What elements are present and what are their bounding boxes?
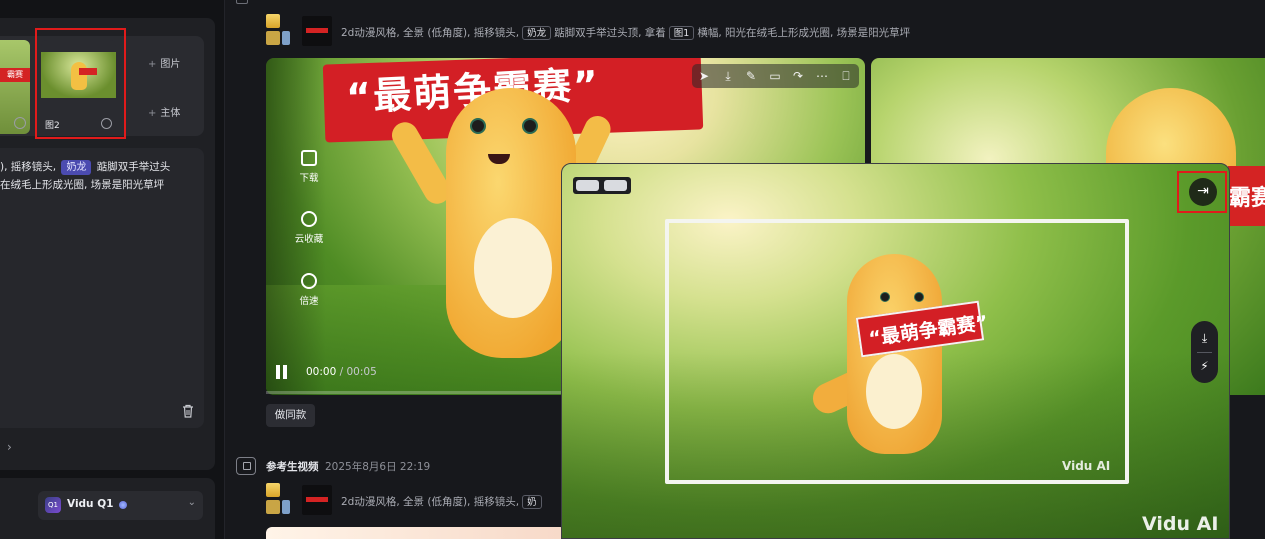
thumbnail-2-edit-icon[interactable] [101,118,112,129]
current-time: 00:00 [306,366,337,378]
add-image-button[interactable]: + 图片 [148,55,180,70]
banner-figure [306,497,328,502]
banner-figure [79,68,97,75]
speed-action[interactable]: 倍速 [296,273,322,307]
send-icon[interactable]: ➤ [697,69,711,83]
model-label: Vidu Q1 [67,498,114,510]
time-separator: / [339,366,344,378]
window-button[interactable] [604,180,627,191]
subject-chip[interactable]: 奶龙 [522,26,552,40]
dino-eye [914,292,924,302]
overlay-tool-bar: ⤓ ⚡ [1191,321,1218,383]
dino-eye [880,292,890,302]
section-icon [236,0,248,4]
plus-icon: + [148,108,157,119]
watermark-small: Vidu AI [1062,459,1111,473]
make-same-button[interactable]: 做同款 [266,404,315,427]
prompt-summary-text: 2d动漫风格, 全景 (低角度), 摇移镜头, 奶龙 踮脚双手举过头顶, 拿着 图1 横… [341,25,910,40]
plus-icon: + [148,59,157,70]
edit-icon[interactable]: ✎ [744,69,758,83]
subject-chip[interactable]: 奶 [522,495,542,509]
model-logo-icon: Q1 [45,497,61,513]
subject-tag[interactable]: 奶龙 [61,160,92,175]
reference-avatar [266,483,280,497]
add-subject-button[interactable]: + 主体 [148,104,180,119]
download-label: 下载 [299,173,319,184]
dino-eye [522,118,538,134]
prompt-summary-text: 2d动漫风格, 全景 (低角度), 摇移镜头, 奶 [341,494,545,509]
prompt-text-part: 踮脚双手举过头顶, 拿着 [554,27,666,39]
chevron-down-icon: ⌄ [187,497,196,508]
time-display: 00:00 / 00:05 [306,366,377,378]
image-chip[interactable]: 图1 [668,26,695,40]
share-icon[interactable]: ↷ [791,69,805,83]
cloud-save-label: 云收藏 [294,234,324,245]
add-image-label: 图片 [160,59,181,70]
dino-eye [470,118,486,134]
reference-avatar [266,31,280,45]
pause-icon[interactable] [276,365,288,379]
dino-belly [474,218,552,318]
model-select[interactable]: Q1 Vidu Q1 ⌄ [38,491,203,520]
dino-belly [866,354,922,429]
reference-video-icon [236,457,256,475]
watermark: Vidu AI [1142,513,1219,535]
section-date: 2025年8月6日 22:19 [325,461,431,473]
thumbnail-1-edit-icon[interactable] [14,117,26,129]
reference-thumbnail-2[interactable]: 图2 [41,40,116,134]
thumbnail-2-image [41,52,116,98]
reference-avatar [302,16,332,46]
prompt-text-part: 2d动漫风格, 全景 (低角度), 摇移镜头, [341,496,520,508]
banner-figure [306,28,328,33]
section-title: 参考生视频 [266,461,319,473]
video-toolbar: ➤ ⤓ ✎ ▭ ↷ ⋯ ⎕ [692,64,859,88]
chevron-right-icon[interactable]: › [7,440,12,454]
next-video-preview[interactable] [266,527,566,539]
prompt-text-part: 横幅, 阳光在绒毛上形成光圈, 场景是阳光草坪 [697,27,911,39]
reference-avatar [282,31,290,45]
speed-icon [301,273,317,289]
prompt-text-part: ), 摇移镜头, [0,161,57,173]
prompt-text-part: 踮脚双手举过头 [96,161,171,173]
speed-label: 倍速 [299,296,319,307]
thumbnail-2-label: 图2 [45,121,60,131]
panel-divider [224,0,225,539]
more-icon[interactable]: ⋯ [815,69,829,83]
window-button[interactable] [576,180,599,191]
reference-avatar [302,485,332,515]
download-icon[interactable]: ⤓ [1197,331,1212,346]
model-badge-icon [119,501,127,509]
download-action[interactable]: 下载 [296,150,322,184]
download-icon[interactable]: ⤓ [721,69,735,83]
window-controls[interactable] [573,177,631,194]
dino-figure [71,62,87,90]
cloud-save-action[interactable]: 云收藏 [293,211,325,245]
reference-avatar [282,500,290,514]
second-card-banner-text: 霸赛 [1229,186,1265,211]
expand-icon[interactable]: ▭ [768,69,782,83]
divider [1197,352,1212,353]
prompt-text[interactable]: ), 摇移镜头, 奶龙 踮脚双手举过头 在绒毛上形成光圈, 场景是阳光草坪 [0,158,196,194]
total-time: 00:05 [346,366,377,378]
reference-avatar [266,14,280,28]
download-icon [301,150,317,166]
reference-avatar [266,500,280,514]
exit-button-highlight-box [1177,171,1227,213]
bookmark-icon[interactable]: ⎕ [839,69,853,83]
thumbnail-banner-text: 霸赛 [0,68,30,82]
magic-wand-icon[interactable]: ⚡ [1197,359,1212,374]
prompt-text-line2: 在绒毛上形成光圈, 场景是阳光草坪 [0,179,165,191]
add-subject-label: 主体 [160,108,181,119]
video-preview-overlay[interactable]: “最萌争霸赛” Vidu AI Vidu AI ⇥ ⤓ ⚡ [561,163,1230,539]
trash-icon[interactable] [182,404,194,418]
cloud-icon [301,211,317,227]
prompt-text-part: 2d动漫风格, 全景 (低角度), 摇移镜头, [341,27,520,39]
